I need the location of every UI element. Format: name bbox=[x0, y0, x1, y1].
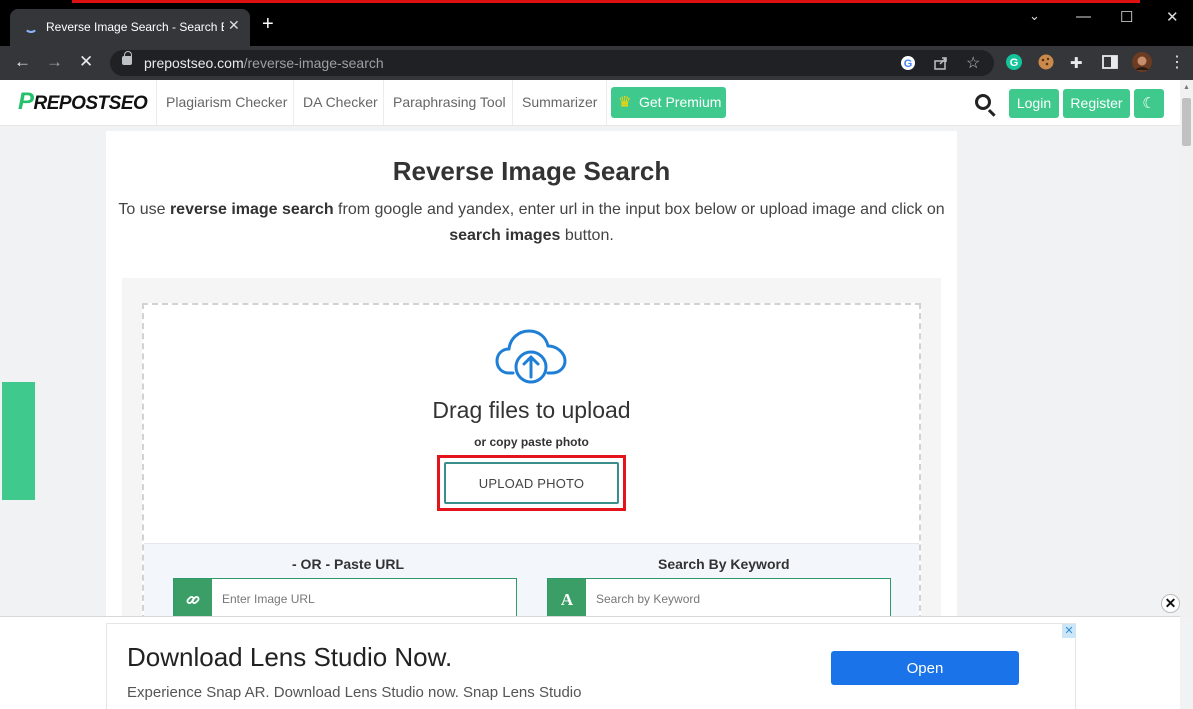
browser-toolbar: ← → ✕ prepostseo.com/reverse-image-searc… bbox=[0, 46, 1193, 80]
keyword-input[interactable] bbox=[596, 589, 876, 609]
nav-da-checker[interactable]: DA Checker bbox=[293, 80, 387, 125]
register-button[interactable]: Register bbox=[1063, 89, 1130, 118]
browser-titlebar: Reverse Image Search - Search By Image ✕… bbox=[0, 0, 1193, 46]
dark-mode-moon-icon[interactable]: ☾ bbox=[1134, 89, 1164, 118]
drag-files-heading: Drag files to upload bbox=[432, 397, 631, 423]
link-icon bbox=[174, 579, 212, 621]
page-scrollbar[interactable]: ▲ bbox=[1180, 80, 1193, 618]
profile-avatar[interactable] bbox=[1132, 52, 1152, 72]
keyword-letter-icon: A bbox=[548, 579, 586, 621]
main-card: Reverse Image Search To use reverse imag… bbox=[106, 131, 957, 622]
search-by-keyword-title: Search By Keyword bbox=[658, 556, 790, 572]
paste-url-title: - OR - Paste URL bbox=[292, 556, 405, 572]
nav-plagiarism-checker[interactable]: Plagiarism Checker bbox=[156, 80, 296, 125]
back-arrow-icon[interactable]: ← bbox=[14, 52, 31, 72]
ad-content[interactable]: Download Lens Studio Now. Experience Sna… bbox=[106, 623, 1076, 709]
ad-description: Experience Snap AR. Download Lens Studio… bbox=[127, 684, 582, 701]
tab-search-chevron-icon[interactable]: ⌄ bbox=[1029, 8, 1040, 24]
svg-text:G: G bbox=[904, 58, 913, 70]
maximize-button[interactable]: ☐ bbox=[1120, 8, 1133, 26]
site-logo[interactable]: PREPOSTSEO bbox=[18, 88, 148, 116]
new-tab-button[interactable]: + bbox=[262, 14, 274, 34]
nav-paraphrasing-tool[interactable]: Paraphrasing Tool bbox=[383, 80, 515, 125]
get-premium-button[interactable]: ♛ Get Premium bbox=[611, 87, 726, 118]
reverse-image-tool: Drag files to upload or copy paste photo… bbox=[122, 278, 941, 622]
stop-loading-icon[interactable]: ✕ bbox=[79, 52, 93, 72]
cloud-upload-icon bbox=[495, 329, 567, 384]
address-bar[interactable]: prepostseo.com/reverse-image-search G ☆ bbox=[110, 50, 994, 76]
ad-open-button[interactable]: Open bbox=[831, 651, 1019, 685]
site-header: PREPOSTSEO Plagiarism Checker DA Checker… bbox=[0, 80, 1180, 126]
tab-loading-spinner-icon bbox=[24, 19, 38, 33]
file-drop-zone[interactable]: Drag files to upload or copy paste photo… bbox=[142, 303, 921, 622]
upload-photo-button[interactable]: UPLOAD PHOTO bbox=[444, 462, 619, 504]
side-feedback-tab[interactable] bbox=[2, 382, 35, 500]
browser-menu-icon[interactable]: ⋮ bbox=[1169, 53, 1185, 73]
login-button[interactable]: Login bbox=[1009, 89, 1059, 118]
scrollbar-thumb[interactable] bbox=[1182, 98, 1191, 146]
address-url: prepostseo.com/reverse-image-search bbox=[144, 55, 384, 71]
tab-close-icon[interactable]: ✕ bbox=[228, 17, 240, 34]
get-premium-label: Get Premium bbox=[639, 94, 722, 110]
nav-summarizer[interactable]: Summarizer bbox=[512, 80, 608, 125]
google-g-icon[interactable]: G bbox=[900, 55, 916, 71]
loading-indicator-line bbox=[72, 0, 1140, 3]
tab-title: Reverse Image Search - Search By Image bbox=[46, 20, 224, 34]
url-keyword-row: - OR - Paste URL Search By Keyword A bbox=[144, 543, 919, 622]
extensions-puzzle-icon[interactable]: ✚ bbox=[1070, 54, 1088, 72]
grammarly-extension-icon[interactable]: G bbox=[1005, 53, 1023, 71]
side-panel-icon[interactable] bbox=[1101, 53, 1119, 71]
ad-banner: Download Lens Studio Now. Experience Sna… bbox=[0, 616, 1180, 709]
bookmark-star-icon[interactable]: ☆ bbox=[966, 53, 980, 73]
ad-choices-close-icon[interactable]: ✕ bbox=[1062, 624, 1076, 638]
image-url-input[interactable] bbox=[222, 589, 502, 609]
page-title: Reverse Image Search bbox=[392, 156, 671, 186]
window-close-button[interactable]: ✕ bbox=[1166, 8, 1179, 26]
search-icon[interactable] bbox=[975, 94, 991, 110]
scroll-up-arrow-icon[interactable]: ▲ bbox=[1183, 84, 1190, 91]
ad-title[interactable]: Download Lens Studio Now. bbox=[127, 642, 452, 673]
svg-text:G: G bbox=[1010, 57, 1019, 69]
crown-icon: ♛ bbox=[618, 94, 632, 111]
minimize-button[interactable]: — bbox=[1076, 8, 1091, 25]
share-icon[interactable] bbox=[933, 55, 949, 71]
forward-arrow-icon[interactable]: → bbox=[46, 52, 63, 72]
intro-text: To use reverse image search from google … bbox=[118, 201, 945, 244]
cookie-extension-icon[interactable] bbox=[1037, 53, 1055, 71]
lock-icon bbox=[122, 51, 132, 65]
upload-button-highlight: UPLOAD PHOTO bbox=[437, 455, 626, 511]
browser-tab-active[interactable]: Reverse Image Search - Search By Image ✕ bbox=[10, 9, 250, 46]
ad-close-icon[interactable]: ✕ bbox=[1161, 594, 1180, 613]
copy-paste-hint: or copy paste photo bbox=[474, 435, 589, 449]
